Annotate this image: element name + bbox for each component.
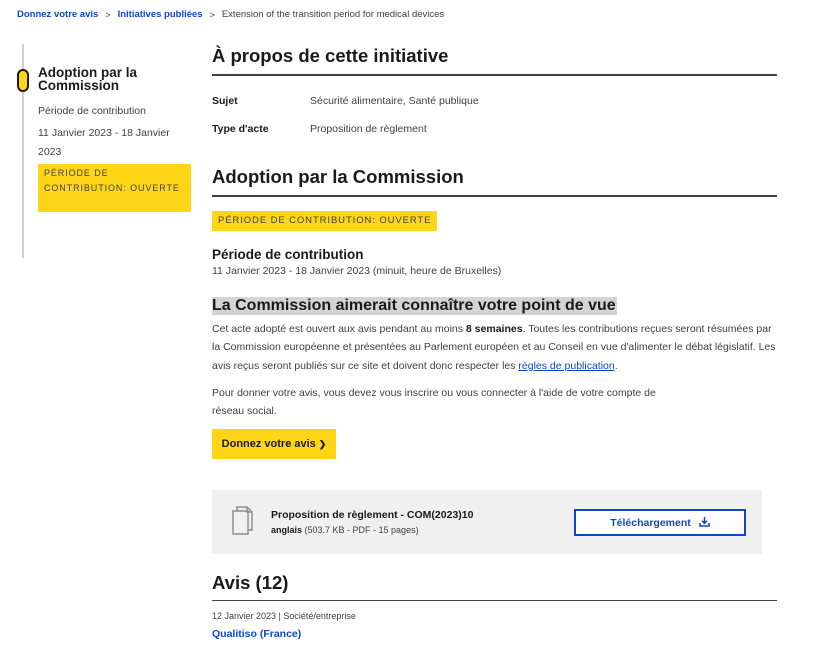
- breadcrumb-separator: >: [209, 9, 215, 20]
- download-button[interactable]: Téléchargement: [574, 509, 746, 536]
- publication-rules-link[interactable]: règles de publication: [518, 360, 614, 372]
- reviews-heading-rule: [212, 600, 777, 601]
- timeline-period-dates: 11 Janvier 2023 - 18 Janvier 2023: [38, 127, 170, 158]
- adoption-heading-rule: [212, 195, 777, 197]
- download-icon: [699, 516, 710, 530]
- feedback-intro-paragraph: Cet acte adopté est ouvert aux avis pend…: [212, 320, 777, 375]
- timeline-current-step-marker: [17, 69, 29, 92]
- download-button-label: Téléchargement: [610, 516, 691, 529]
- subject-value: Sécurité alimentaire, Santé publique: [310, 95, 479, 107]
- period-dates: 11 Janvier 2023 - 18 Janvier 2023 (minui…: [212, 265, 502, 277]
- timeline-period-label: Période de contribution: [38, 105, 146, 117]
- review-author-link[interactable]: Qualitiso (France): [212, 628, 301, 640]
- act-type-value: Proposition de règlement: [310, 123, 427, 135]
- document-language: anglais: [271, 525, 303, 535]
- breadcrumb-link-give-feedback[interactable]: Donnez votre avis: [17, 9, 98, 20]
- document-panel: Proposition de règlement - COM(2023)10 a…: [212, 490, 762, 554]
- document-details: (503.7 KB - PDF - 15 pages): [302, 525, 419, 535]
- document-meta: anglais (503.7 KB - PDF - 15 pages): [271, 525, 419, 535]
- timeline-status-badge: PÉRIODE DE CONTRIBUTION: OUVERTE: [38, 164, 191, 212]
- subject-label: Sujet: [212, 95, 238, 107]
- chevron-right-icon: ❯: [318, 438, 327, 449]
- feedback-intro-end: .: [614, 359, 618, 372]
- feedback-heading: La Commission aimerait connaître votre p…: [212, 297, 617, 315]
- login-instructions-paragraph: Pour donner votre avis, vous devez vous …: [212, 387, 656, 418]
- breadcrumb-separator: >: [105, 9, 111, 20]
- about-heading: À propos de cette initiative: [212, 45, 449, 66]
- adoption-heading: Adoption par la Commission: [212, 166, 464, 187]
- period-title: Période de contribution: [212, 247, 364, 262]
- breadcrumb: Donnez votre avis > Initiatives publiées…: [17, 9, 444, 20]
- document-stack-icon: [232, 505, 254, 540]
- breadcrumb-link-published-initiatives[interactable]: Initiatives publiées: [118, 9, 203, 20]
- reviews-heading: Avis (12): [212, 572, 289, 593]
- status-badge: PÉRIODE DE CONTRIBUTION: OUVERTE: [212, 211, 438, 231]
- breadcrumb-current: Extension of the transition period for m…: [221, 9, 445, 20]
- feedback-intro-text: Cet acte adopté est ouvert aux avis pend…: [212, 323, 466, 335]
- feedback-duration: 8 semaines: [465, 323, 523, 335]
- timeline-step-title: Adoption par la Commission: [38, 65, 137, 93]
- document-title: Proposition de règlement - COM(2023)10: [271, 509, 474, 521]
- give-feedback-button[interactable]: Donnez votre avis ❯: [212, 429, 336, 459]
- about-heading-rule: [212, 74, 777, 76]
- review-meta: 12 Janvier 2023 | Société/entreprise: [212, 611, 356, 621]
- give-feedback-button-label: Donnez votre avis: [221, 438, 316, 450]
- act-type-label: Type d'acte: [212, 123, 269, 135]
